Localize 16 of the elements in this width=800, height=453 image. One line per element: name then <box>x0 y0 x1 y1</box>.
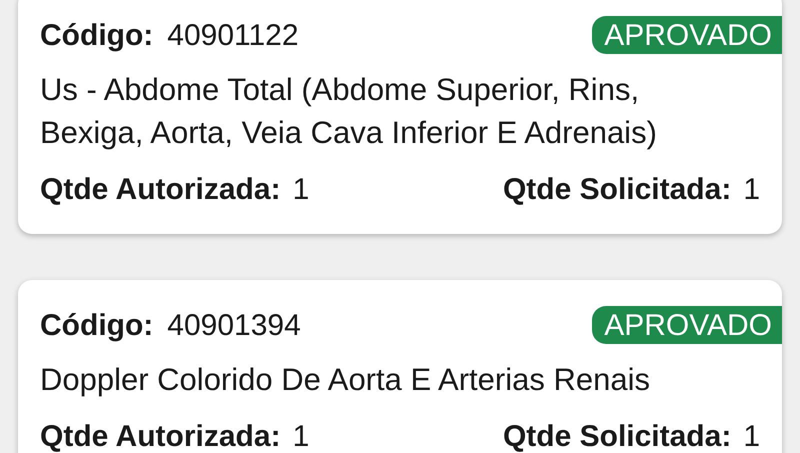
requested-label: Qtde Solicitada: <box>502 418 732 453</box>
code-value: 40901122 <box>167 18 299 54</box>
authorized-label: Qtde Autorizada: <box>40 172 281 208</box>
code-value: 40901394 <box>167 308 301 344</box>
authorized-value: 1 <box>292 172 310 208</box>
code-label: Código: <box>40 18 154 54</box>
requested-label: Qtde Solicitada: <box>502 172 732 208</box>
authorized-label: Qtde Autorizada: <box>40 418 281 453</box>
authorized-value: 1 <box>292 418 310 453</box>
requested-value: 1 <box>743 418 760 453</box>
status-badge: APROVADO <box>592 306 782 344</box>
code-label: Código: <box>40 308 154 344</box>
requested-value: 1 <box>743 172 760 208</box>
procedure-description: Us - Abdome Total (Abdome Superior, Rins, Bexiga, Aorta, Veia Cava Inferior E Adrenais) <box>40 71 658 152</box>
procedure-description: Doppler Colorido De Aorta E Arterias Renais <box>40 361 651 399</box>
status-badge: APROVADO <box>592 16 782 54</box>
